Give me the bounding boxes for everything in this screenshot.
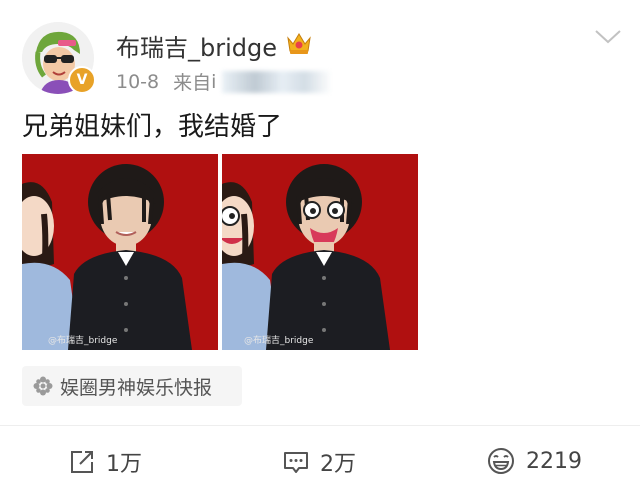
photo-watermark: @布瑞吉_bridge xyxy=(244,336,314,346)
post-date: 10-8 xyxy=(116,70,160,93)
like-button[interactable]: 2219 xyxy=(486,446,582,476)
blurred-source xyxy=(222,70,333,93)
share-count: 1万 xyxy=(106,452,142,477)
flower-icon xyxy=(32,375,54,397)
post-text: 兄弟姐妹们，我结婚了 xyxy=(22,112,283,142)
verified-badge: V xyxy=(68,66,96,94)
post-source-partial: i xyxy=(211,70,217,93)
like-count: 2219 xyxy=(526,448,582,474)
topic-tag-label: 娱圈男神娱乐快报 xyxy=(60,376,213,399)
comment-button[interactable]: 2万 xyxy=(282,446,356,478)
comment-icon xyxy=(282,448,310,476)
actions-divider xyxy=(0,425,640,426)
author-name[interactable]: 布瑞吉_bridge xyxy=(116,28,277,63)
post-photo-2[interactable]: @布瑞吉_bridge xyxy=(222,154,418,350)
post-photo-1[interactable]: @布瑞吉_bridge xyxy=(22,154,218,350)
comment-count: 2万 xyxy=(320,452,356,477)
photo-watermark: @布瑞吉_bridge xyxy=(48,336,118,346)
chevron-down-icon[interactable] xyxy=(594,26,622,46)
crown-icon xyxy=(285,30,313,62)
topic-tag[interactable]: 娱圈男神娱乐快报 xyxy=(22,366,242,406)
share-icon xyxy=(68,448,96,476)
laugh-icon xyxy=(486,446,516,476)
post-source-prefix: 来自 xyxy=(173,72,212,94)
post-meta: 10-8 来自 i xyxy=(116,68,333,95)
share-button[interactable]: 1万 xyxy=(68,446,142,478)
author-name-row[interactable]: 布瑞吉_bridge xyxy=(116,28,313,63)
